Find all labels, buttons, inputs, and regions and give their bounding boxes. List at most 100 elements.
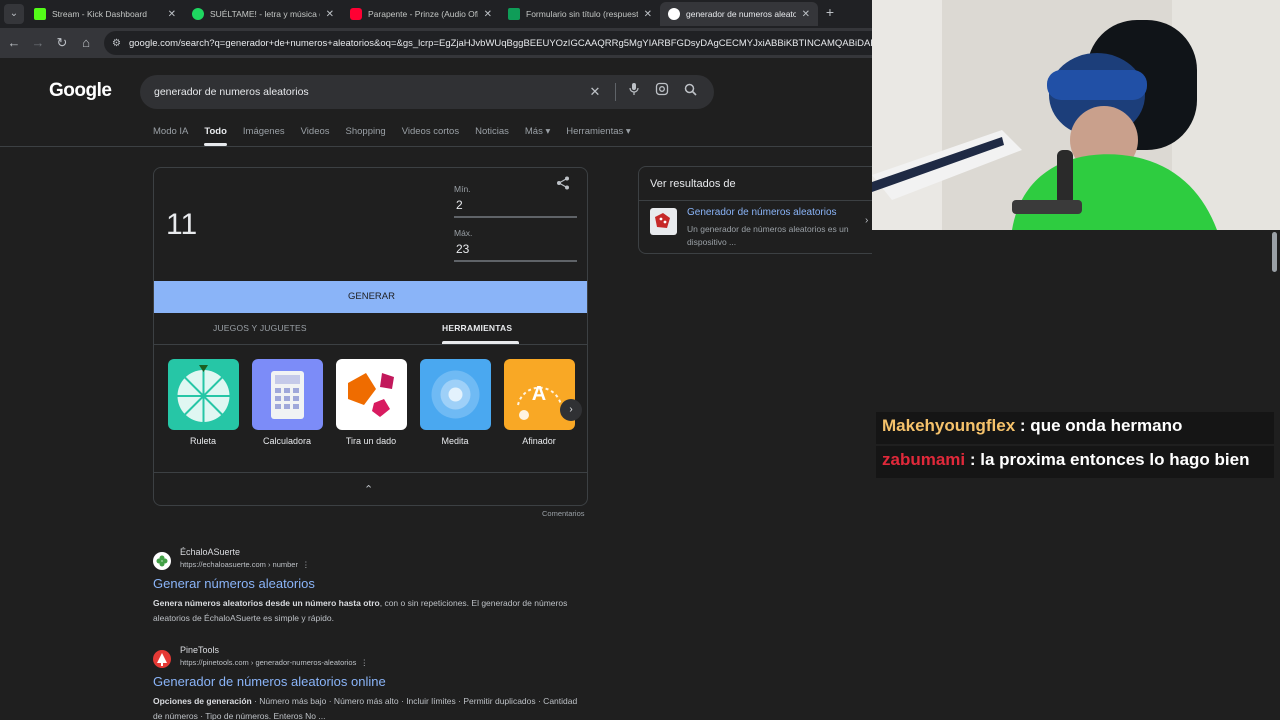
share-icon[interactable] xyxy=(556,176,570,193)
search-nav-tabs: Modo IA Todo Imágenes Videos Shopping Vi… xyxy=(153,126,631,146)
more-options-icon[interactable]: ⋮ xyxy=(300,560,310,569)
tool-label: Calculadora xyxy=(262,436,312,446)
result-url: https://pinetools.com › generador-numero… xyxy=(180,658,369,667)
max-input[interactable]: 23 xyxy=(454,242,577,262)
feedback-link[interactable]: Comentarios xyxy=(542,509,585,518)
chevron-right-icon[interactable]: › xyxy=(865,215,868,226)
subtab-divider xyxy=(154,344,587,345)
tool-label: Ruleta xyxy=(189,436,216,446)
tab-todo[interactable]: Todo xyxy=(204,126,227,146)
result-title-link[interactable]: Generador de números aleatorios online xyxy=(153,674,386,689)
sheets-icon xyxy=(508,8,520,20)
close-icon[interactable]: ✕ xyxy=(326,9,334,20)
chevron-right-icon[interactable]: › xyxy=(560,399,582,421)
tab-herramientas[interactable]: Herramientas ▾ xyxy=(566,126,630,146)
tab-noticias[interactable]: Noticias xyxy=(475,126,509,146)
tool-label: Afinador xyxy=(522,436,556,446)
random-result: 11 xyxy=(166,208,198,241)
chevron-up-icon[interactable]: ⌃ xyxy=(364,483,373,496)
microphone-icon[interactable] xyxy=(624,82,644,102)
result-site-name: ÉchaloASuerte xyxy=(180,547,241,557)
close-icon[interactable]: ✕ xyxy=(168,9,176,20)
tab-juegos-y-juguetes[interactable]: JUEGOS Y JUGUETES xyxy=(213,323,307,333)
tab-modo-ia[interactable]: Modo IA xyxy=(153,126,188,146)
tool-tira-un-dado[interactable]: Tira un dado xyxy=(335,359,407,446)
max-label: Máx. xyxy=(454,228,473,238)
tab-spotify[interactable]: SUÉLTAME! - letra y música de ✕ xyxy=(184,2,342,26)
back-icon[interactable]: ← xyxy=(6,35,22,51)
tab-youtube[interactable]: Parapente - Prinze (Audio Ofici ✕ xyxy=(342,2,500,26)
tab-google[interactable]: generador de numeros aleator ✕ xyxy=(660,2,818,26)
google-logo[interactable]: Google xyxy=(49,80,112,102)
chat-username: zabumami xyxy=(882,450,966,469)
clover-icon xyxy=(153,552,171,570)
tab-kick[interactable]: Stream - Kick Dashboard ✕ xyxy=(26,2,184,26)
google-icon xyxy=(668,8,680,20)
reload-icon[interactable]: ↻ xyxy=(54,35,70,51)
panel-heading: Ver resultados de xyxy=(650,178,736,190)
panel-title-link[interactable]: Generador de números aleatorios xyxy=(687,207,837,218)
tool-label: Tira un dado xyxy=(345,436,397,446)
tab-imagenes[interactable]: Imágenes xyxy=(243,126,285,146)
close-icon[interactable]: ✕ xyxy=(644,9,652,20)
panel-description: Un generador de números aleatorios es un… xyxy=(687,224,849,247)
tab-label: Parapente - Prinze (Audio Ofici xyxy=(368,9,478,19)
google-results-page: Google generador de numeros aleatorios ✕… xyxy=(0,58,872,720)
close-icon[interactable]: ✕ xyxy=(802,9,810,20)
tuner-icon: A xyxy=(503,359,575,430)
tab-search-button[interactable]: ⌄ xyxy=(4,4,24,24)
clear-icon[interactable]: ✕ xyxy=(585,82,605,102)
calculator-icon xyxy=(251,359,323,430)
stream-chat-overlay: Makehyoungflex : que onda hermano zabuma… xyxy=(876,412,1274,480)
new-tab-button[interactable]: + xyxy=(822,4,838,20)
random-number-widget: 11 Mín. 2 Máx. 23 GENERAR JUEGOS Y JUGUE… xyxy=(153,167,588,506)
close-icon[interactable]: ✕ xyxy=(484,9,492,20)
tab-forms[interactable]: Formulario sin título (respuesta ✕ xyxy=(500,2,660,26)
lens-icon[interactable] xyxy=(652,82,672,102)
dice-icon xyxy=(335,359,407,430)
see-results-about-panel: Ver resultados de Generador de números a… xyxy=(638,166,872,254)
kick-icon xyxy=(34,8,46,20)
tool-medita[interactable]: Medita xyxy=(419,359,491,446)
tab-label: SUÉLTAME! - letra y música de xyxy=(210,9,320,19)
result-site-name: PineTools xyxy=(180,645,220,655)
meditate-icon xyxy=(419,359,491,430)
tab-label: Formulario sin título (respuesta xyxy=(526,9,638,19)
youtube-icon xyxy=(350,8,362,20)
tab-videos-cortos[interactable]: Videos cortos xyxy=(402,126,459,146)
search-icon[interactable] xyxy=(680,82,700,102)
tool-calculadora[interactable]: Calculadora xyxy=(251,359,323,446)
tool-ruleta[interactable]: Ruleta xyxy=(167,359,239,446)
pinetools-icon xyxy=(153,650,171,668)
site-info-icon[interactable]: ⚙ xyxy=(112,38,121,49)
tab-mas[interactable]: Más ▾ xyxy=(525,126,550,146)
tab-videos[interactable]: Videos xyxy=(301,126,330,146)
result-url: https://echaloasuerte.com › number ⋮ xyxy=(180,560,310,569)
forward-icon[interactable]: → xyxy=(30,35,46,51)
search-divider xyxy=(615,83,616,101)
tab-label: generador de numeros aleator xyxy=(686,9,796,19)
min-input[interactable]: 2 xyxy=(454,198,577,218)
address-bar[interactable]: ⚙ google.com/search?q=generador+de+numer… xyxy=(104,31,894,55)
roulette-icon xyxy=(167,359,239,430)
panel-divider xyxy=(639,200,872,201)
tab-shopping[interactable]: Shopping xyxy=(346,126,386,146)
nav-divider xyxy=(0,146,872,147)
tab-label: Stream - Kick Dashboard xyxy=(52,9,147,19)
result-snippet: Opciones de generación · Número más bajo… xyxy=(153,696,578,720)
chat-username: Makehyoungflex xyxy=(882,416,1016,435)
search-input[interactable]: generador de numeros aleatorios xyxy=(154,86,577,98)
more-options-icon[interactable]: ⋮ xyxy=(358,658,369,667)
home-icon[interactable]: ⌂ xyxy=(78,35,94,51)
generate-button[interactable]: GENERAR xyxy=(154,281,587,313)
result-title-link[interactable]: Generar números aleatorios xyxy=(153,576,315,591)
chat-message: Makehyoungflex : que onda hermano xyxy=(876,412,1274,444)
tab-herramientas-widget[interactable]: HERRAMIENTAS xyxy=(442,323,512,333)
dice-thumbnail-icon xyxy=(650,208,677,235)
chat-text: : la proxima entonces lo hago bien xyxy=(965,450,1250,469)
search-box[interactable]: generador de numeros aleatorios ✕ xyxy=(140,75,714,109)
scrollbar-thumb[interactable] xyxy=(1272,232,1277,272)
spotify-icon xyxy=(192,8,204,20)
webcam-feed xyxy=(872,0,1280,230)
tool-label: Medita xyxy=(441,436,469,446)
